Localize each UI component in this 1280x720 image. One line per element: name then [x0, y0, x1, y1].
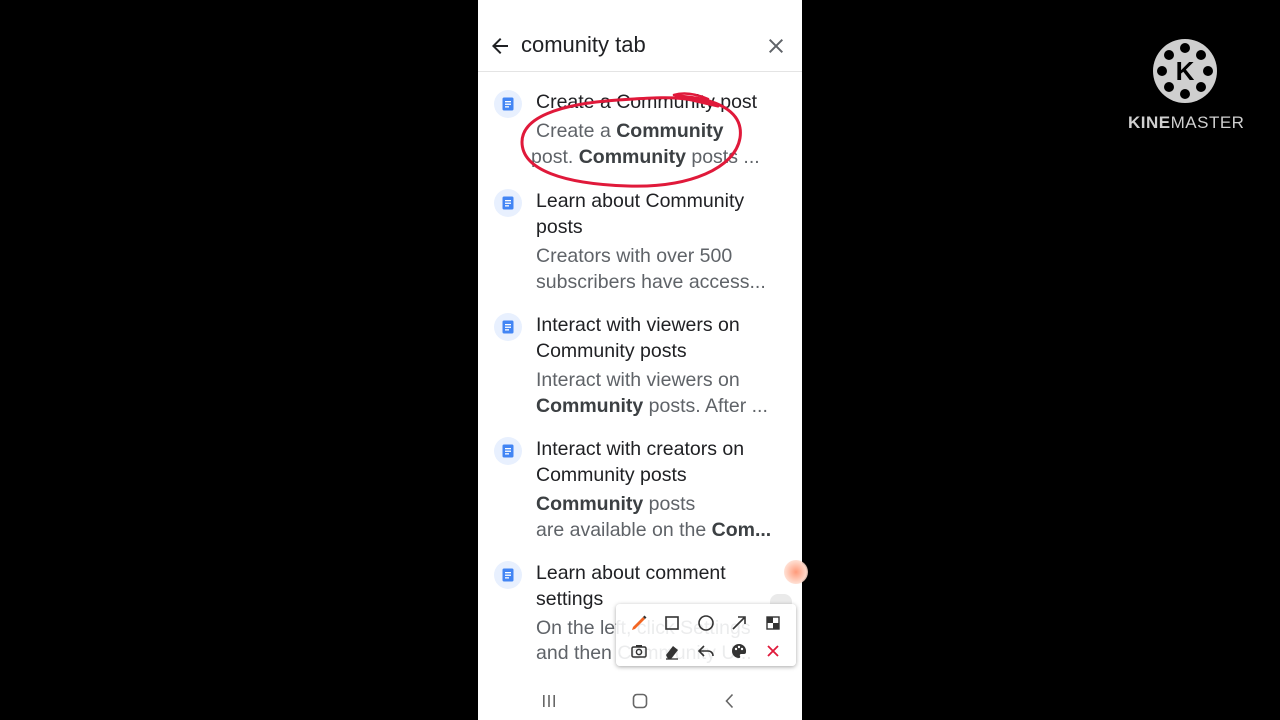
circle-icon[interactable] — [695, 612, 717, 634]
article-icon — [494, 90, 522, 118]
home-icon[interactable] — [629, 690, 651, 712]
pen-icon[interactable] — [628, 612, 650, 634]
close-drawing-icon[interactable] — [762, 640, 784, 662]
article-icon — [494, 561, 522, 589]
rectangle-icon[interactable] — [661, 612, 683, 634]
snippet-text: posts ... — [685, 145, 760, 168]
result-title: Interact with viewers on Community posts — [536, 314, 740, 362]
kinemaster-word-rest: MASTER — [1170, 113, 1245, 132]
search-result-4[interactable]: Interact with creators on Community post… — [478, 437, 802, 549]
kinemaster-logo-letter: K — [1176, 56, 1195, 86]
system-nav-bar — [478, 680, 802, 720]
recent-apps-icon[interactable] — [538, 690, 560, 712]
drawing-toolbar — [616, 604, 796, 666]
snippet-bold: Community — [616, 120, 724, 142]
kinemaster-logo: K — [1152, 38, 1218, 104]
article-icon — [494, 313, 522, 341]
search-result-1[interactable]: Create a Community post Create a Communi… — [478, 90, 802, 186]
back-arrow-icon[interactable] — [488, 34, 512, 58]
snippet-text: Create a — [536, 120, 617, 142]
kinemaster-wordmark: KINEMASTER — [1128, 113, 1244, 133]
snippet-text: Interact with viewers on — [536, 369, 740, 391]
snippet-bold: Community — [578, 145, 686, 168]
result-snippet: Interact with viewers on Community posts… — [536, 368, 794, 419]
snippet-bold: Com... — [711, 518, 772, 541]
arrow-icon[interactable] — [728, 612, 750, 634]
snippet-text: posts — [643, 493, 696, 515]
palette-icon[interactable] — [728, 640, 750, 662]
result-title: Learn about Community posts — [536, 190, 745, 238]
snippet-bold: Community — [536, 493, 644, 515]
back-nav-icon[interactable] — [719, 690, 741, 712]
article-icon — [494, 437, 522, 465]
article-icon — [494, 189, 522, 217]
search-query-input[interactable]: comunity tab — [521, 31, 646, 59]
kinemaster-word-bold: KINE — [1128, 113, 1171, 132]
search-bar: comunity tab — [478, 0, 802, 72]
result-title: Interact with creators on Community post… — [536, 438, 745, 486]
result-title: Create a Community post — [536, 91, 758, 113]
result-snippet: Creators with over 500 subscribers have … — [536, 245, 766, 293]
undo-icon[interactable] — [695, 640, 717, 662]
close-icon[interactable] — [764, 34, 788, 58]
record-indicator-icon[interactable] — [784, 560, 808, 584]
search-result-2[interactable]: Learn about Community posts Creators wit… — [478, 189, 802, 301]
search-result-3[interactable]: Interact with viewers on Community posts… — [478, 313, 802, 425]
mosaic-icon[interactable] — [762, 612, 784, 634]
snippet-text: are available on the — [536, 518, 712, 541]
snippet-text: posts. After ... — [643, 394, 768, 417]
eraser-icon[interactable] — [661, 640, 683, 662]
camera-icon[interactable] — [628, 640, 650, 662]
result-snippet: Community posts are available on the Com.… — [536, 492, 794, 543]
result-snippet: Create a Community post. Community posts… — [531, 119, 794, 170]
snippet-bold: Community — [536, 394, 644, 417]
snippet-text: post. — [531, 145, 579, 168]
